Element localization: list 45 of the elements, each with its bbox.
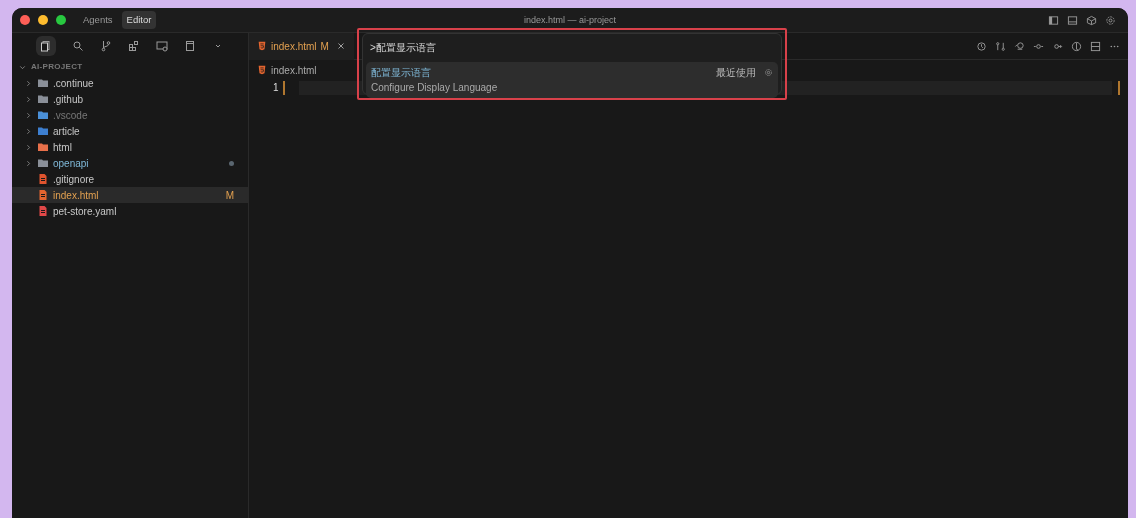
command-input[interactable]: >配置显示语言	[366, 38, 778, 57]
maximize-window-button[interactable]	[56, 15, 66, 25]
html-file-icon	[257, 65, 267, 75]
notebook-icon[interactable]	[184, 40, 196, 52]
branch-icon[interactable]	[100, 40, 112, 52]
settings-icon[interactable]	[1105, 14, 1116, 26]
remote-screen-icon[interactable]	[156, 40, 168, 52]
cursor-mark	[283, 80, 285, 95]
split-editor-icon[interactable]	[1090, 40, 1101, 52]
breadcrumb-item[interactable]: index.html	[257, 62, 317, 78]
window-title: index.html — ai-project	[524, 14, 616, 27]
recently-used-label: 最近使用	[716, 66, 756, 80]
files-tab[interactable]	[36, 36, 56, 56]
history-icon[interactable]	[976, 40, 987, 52]
file-tree-item[interactable]: pet-store.yaml	[12, 203, 248, 219]
scroll-cursor-mark	[1118, 80, 1120, 95]
result-subtitle: Configure Display Language	[371, 81, 499, 95]
file-tab[interactable]: index.html M	[249, 32, 354, 60]
settings-icon[interactable]	[764, 68, 773, 77]
file-tree-item[interactable]: html	[12, 139, 248, 155]
compare-icon[interactable]	[995, 40, 1006, 52]
cube-icon[interactable]	[1086, 14, 1097, 26]
command-result[interactable]: 配置显示语言 最近使用 Configure Display Language	[366, 62, 778, 98]
panel-toggle-icon[interactable]	[1067, 14, 1078, 26]
section-header[interactable]: AI-PROJECT	[12, 59, 248, 75]
file-tree-item[interactable]: index.html M	[12, 187, 248, 203]
file-tree-item[interactable]: .vscode	[12, 107, 248, 123]
mode-tab[interactable]: Agents	[78, 10, 118, 30]
result-title: 配置显示语言	[371, 66, 431, 80]
timeline-icon[interactable]	[1071, 40, 1082, 52]
close-icon[interactable]	[335, 41, 346, 51]
mode-tab[interactable]: Editor	[121, 10, 157, 30]
file-tree-item[interactable]: openapi	[12, 155, 248, 171]
extensions-icon[interactable]	[128, 40, 140, 52]
file-tree-item[interactable]: .github	[12, 91, 248, 107]
html-file-icon	[257, 41, 267, 51]
file-tree-item[interactable]: .continue	[12, 75, 248, 91]
line-number: 1	[273, 81, 280, 95]
close-window-button[interactable]	[20, 15, 30, 25]
minimize-window-button[interactable]	[38, 15, 48, 25]
file-tree-item[interactable]: article	[12, 123, 248, 139]
sidebar-toggle-icon[interactable]	[1048, 14, 1059, 26]
search-icon[interactable]	[72, 40, 84, 52]
file-tree-item[interactable]: .gitignore	[12, 171, 248, 187]
files-icon	[40, 40, 52, 52]
